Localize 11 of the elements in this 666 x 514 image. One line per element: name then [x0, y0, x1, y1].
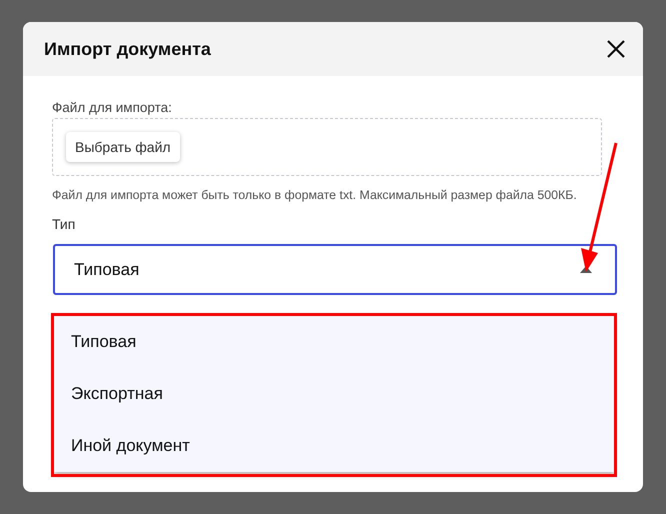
dropdown-option[interactable]: Экспортная	[54, 368, 614, 420]
dropdown-option[interactable]: Типовая	[54, 316, 614, 368]
choose-file-button[interactable]: Выбрать файл	[66, 132, 180, 162]
dialog-title: Импорт документа	[44, 38, 211, 60]
file-drop-area[interactable]: Выбрать файл	[52, 118, 602, 176]
type-select[interactable]: Типовая	[53, 244, 617, 295]
field-label: Файл для импорта:	[52, 100, 173, 115]
field-label: Тип	[52, 216, 76, 232]
close-icon	[607, 40, 625, 58]
hint-text: Файл для импорта может быть только в формате txt. Максимальный размер файла 500КБ.	[52, 188, 578, 202]
dropdown-option[interactable]: Иной документ	[54, 420, 614, 472]
